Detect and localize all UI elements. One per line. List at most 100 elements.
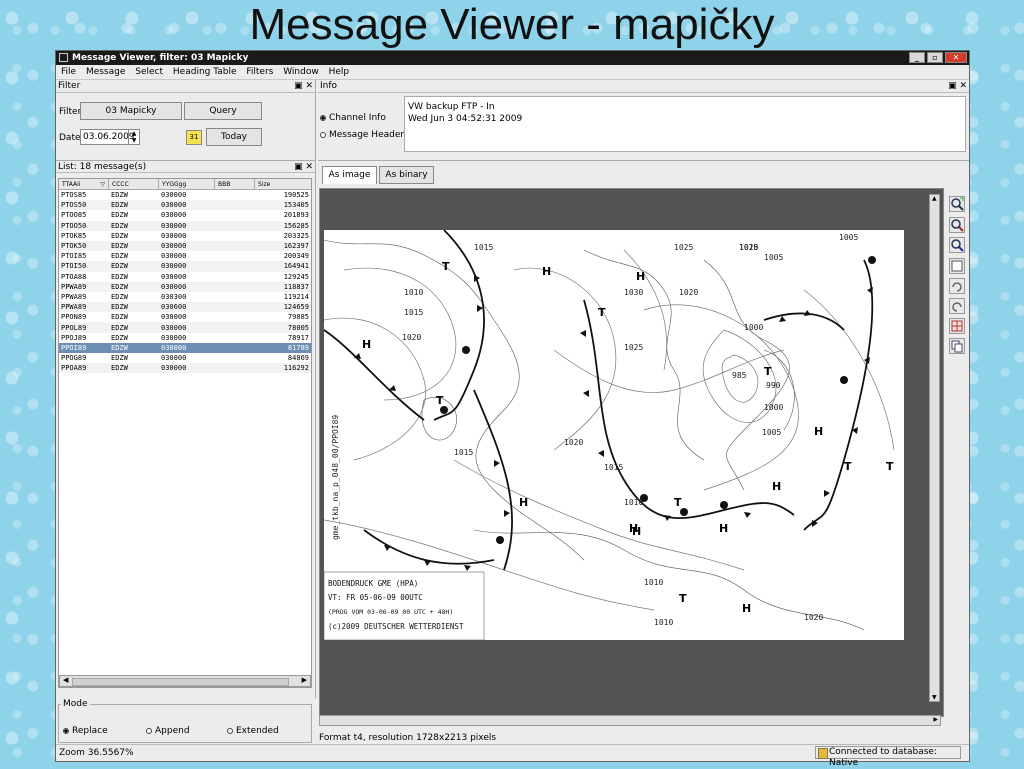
isobar-label: 1020 [804,613,823,622]
table-row[interactable]: PTOS50 EDZW 030000 153405 [59,200,311,211]
zoom-out-icon[interactable] [949,237,965,253]
isobar-label: 1010 [404,288,423,297]
grid-view-icon[interactable] [949,318,965,334]
table-cell [215,220,255,231]
table-cell: EDZW [111,231,128,240]
fit-page-icon[interactable] [949,258,965,274]
table-cell [215,240,255,252]
table-cell [215,200,255,211]
zoom-fit-icon[interactable] [949,196,965,212]
table-row[interactable]: PPON89 EDZW 030000 79885 [59,312,311,322]
menu-message[interactable]: Message [86,67,125,77]
filter-icon[interactable]: ▽ [100,179,105,190]
table-cell: 164941 [255,261,311,272]
menu-filters[interactable]: Filters [246,67,273,77]
maximize-button[interactable]: ▫ [927,52,943,63]
pressure-center-label: T [679,592,687,605]
rotate-left-icon[interactable] [949,278,965,294]
scroll-right-icon[interactable]: ▶ [302,676,307,684]
table-row[interactable]: PPOJ89 EDZW 030000 78917 [59,333,311,343]
today-button[interactable]: Today [206,128,262,146]
table-cell: 030600 [159,302,215,313]
horizontal-scrollbar[interactable]: ◀ ▶ [59,675,311,687]
menu-help[interactable]: Help [329,67,350,77]
query-button[interactable]: Query [184,102,262,120]
table-cell [215,363,255,374]
pressure-center-label: H [632,525,641,538]
table-row[interactable]: PPOA89 EDZW 030000 116292 [59,363,311,374]
table-row[interactable]: PPOI89 EDZW 030000 81789 [59,342,311,353]
menu-select[interactable]: Select [135,67,163,77]
tab-as-image[interactable]: As image [322,166,377,184]
table-row[interactable]: PTOK50 EDZW 030000 162397 [59,240,311,252]
list-panel-header: List: 18 message(s) ▣ ✕ [56,160,315,173]
table-cell: 200349 [283,252,309,261]
viewer-horizontal-scrollbar[interactable]: ▶ [319,715,941,726]
close-button[interactable]: ✕ [945,52,967,63]
table-row[interactable]: PPWA89 EDZW 030300 119214 [59,292,311,302]
table-row[interactable]: PPWA89 EDZW 030600 124659 [59,302,311,313]
scrollbar-thumb[interactable] [72,678,289,686]
panel-controls-icon[interactable]: ▣ ✕ [294,80,313,93]
filter-select-button[interactable]: 03 Mapicky [80,102,182,120]
isobar-label: 985 [732,371,747,380]
isobar-label: 1015 [604,463,623,472]
table-row[interactable]: PTOS85 EDZW 030000 190525 [59,190,311,200]
panel-controls-icon[interactable]: ▣ ✕ [948,80,967,93]
mode-append-radio[interactable]: Append [146,726,190,736]
isobar-label: 1005 [764,253,783,262]
mode-extended-radio[interactable]: Extended [227,726,279,736]
table-row[interactable]: PTOI85 EDZW 030000 200349 [59,251,311,261]
column-header-ttaaii[interactable]: TTAAii ▽ [59,179,109,190]
message-viewer-window: Message Viewer, filter: 03 Mapicky _ ▫ ✕… [55,50,970,768]
pressure-center-label: H [542,265,551,278]
vertical-scrollbar[interactable]: ▲ ▼ [929,194,940,702]
rotate-right-icon[interactable] [949,298,965,314]
table-row[interactable]: PTOI50 EDZW 030000 164941 [59,261,311,272]
isobar-label: 1010 [654,618,673,627]
table-row[interactable]: PTOO50 EDZW 030000 156285 [59,220,311,231]
scroll-left-icon[interactable]: ◀ [63,676,68,684]
channel-info-radio[interactable]: Channel Info [320,113,386,123]
map-side-label: gme_tkb_na_p_048_00/PPOI89 [331,415,340,540]
message-header-label: Message Header [329,130,405,140]
table-cell [215,231,255,241]
table-row[interactable]: PPWA89 EDZW 030000 118837 [59,281,311,292]
table-cell [215,190,255,200]
panel-controls-icon[interactable]: ▣ ✕ [294,161,313,174]
scroll-right-icon[interactable]: ▶ [933,716,938,723]
weather-map-image[interactable]: 1015 1010 1015 1020 1025 1015 1020 1030 1025 1020… [324,230,904,640]
isobar-label: 1020 [679,288,698,297]
table-cell [215,342,255,353]
table-row[interactable]: PTOA88 EDZW 030000 129245 [59,272,311,282]
table-row[interactable]: PPOG89 EDZW 030000 84869 [59,353,311,363]
tab-as-binary[interactable]: As binary [379,166,434,184]
radio-icon [320,131,326,138]
isobar-label: 1020 [564,438,583,447]
copy-icon[interactable] [949,338,965,354]
table-row[interactable]: PTOK85 EDZW 030000 203325 [59,231,311,241]
column-header-size[interactable]: Size [255,179,311,190]
isobar-label: 1010 [644,578,663,587]
column-header-cccc[interactable]: CCCC [109,179,159,190]
minimize-button[interactable]: _ [909,52,925,63]
calendar-icon[interactable]: 31 [186,130,202,145]
mode-replace-radio[interactable]: Replace [63,726,108,736]
date-spinner-icon[interactable]: ▲ ▼ [128,130,139,144]
menu-heading-table[interactable]: Heading Table [173,67,237,77]
column-header-bbb[interactable]: BBB [215,179,255,190]
zoom-in-icon[interactable] [949,217,965,233]
menu-window[interactable]: Window [283,67,319,77]
scroll-down-icon[interactable]: ▼ [932,694,937,701]
table-row[interactable]: PPOL89 EDZW 030000 78005 [59,322,311,333]
title-bar: Message Viewer, filter: 03 Mapicky _ ▫ ✕ [56,51,969,65]
table-cell: PTOS50 [59,200,109,211]
radio-selected-icon [320,114,326,121]
table-cell: PPON89 [61,313,87,322]
scroll-up-icon[interactable]: ▲ [932,195,937,202]
column-header-yygggg[interactable]: YYGGgg [159,179,215,190]
message-header-radio[interactable]: Message Header [320,130,404,140]
table-row[interactable]: PTOO85 EDZW 030000 201893 [59,210,311,220]
viewer-panel: As image As binary 1015 1010 1015 1020 1… [318,160,969,743]
menu-file[interactable]: File [61,67,76,77]
